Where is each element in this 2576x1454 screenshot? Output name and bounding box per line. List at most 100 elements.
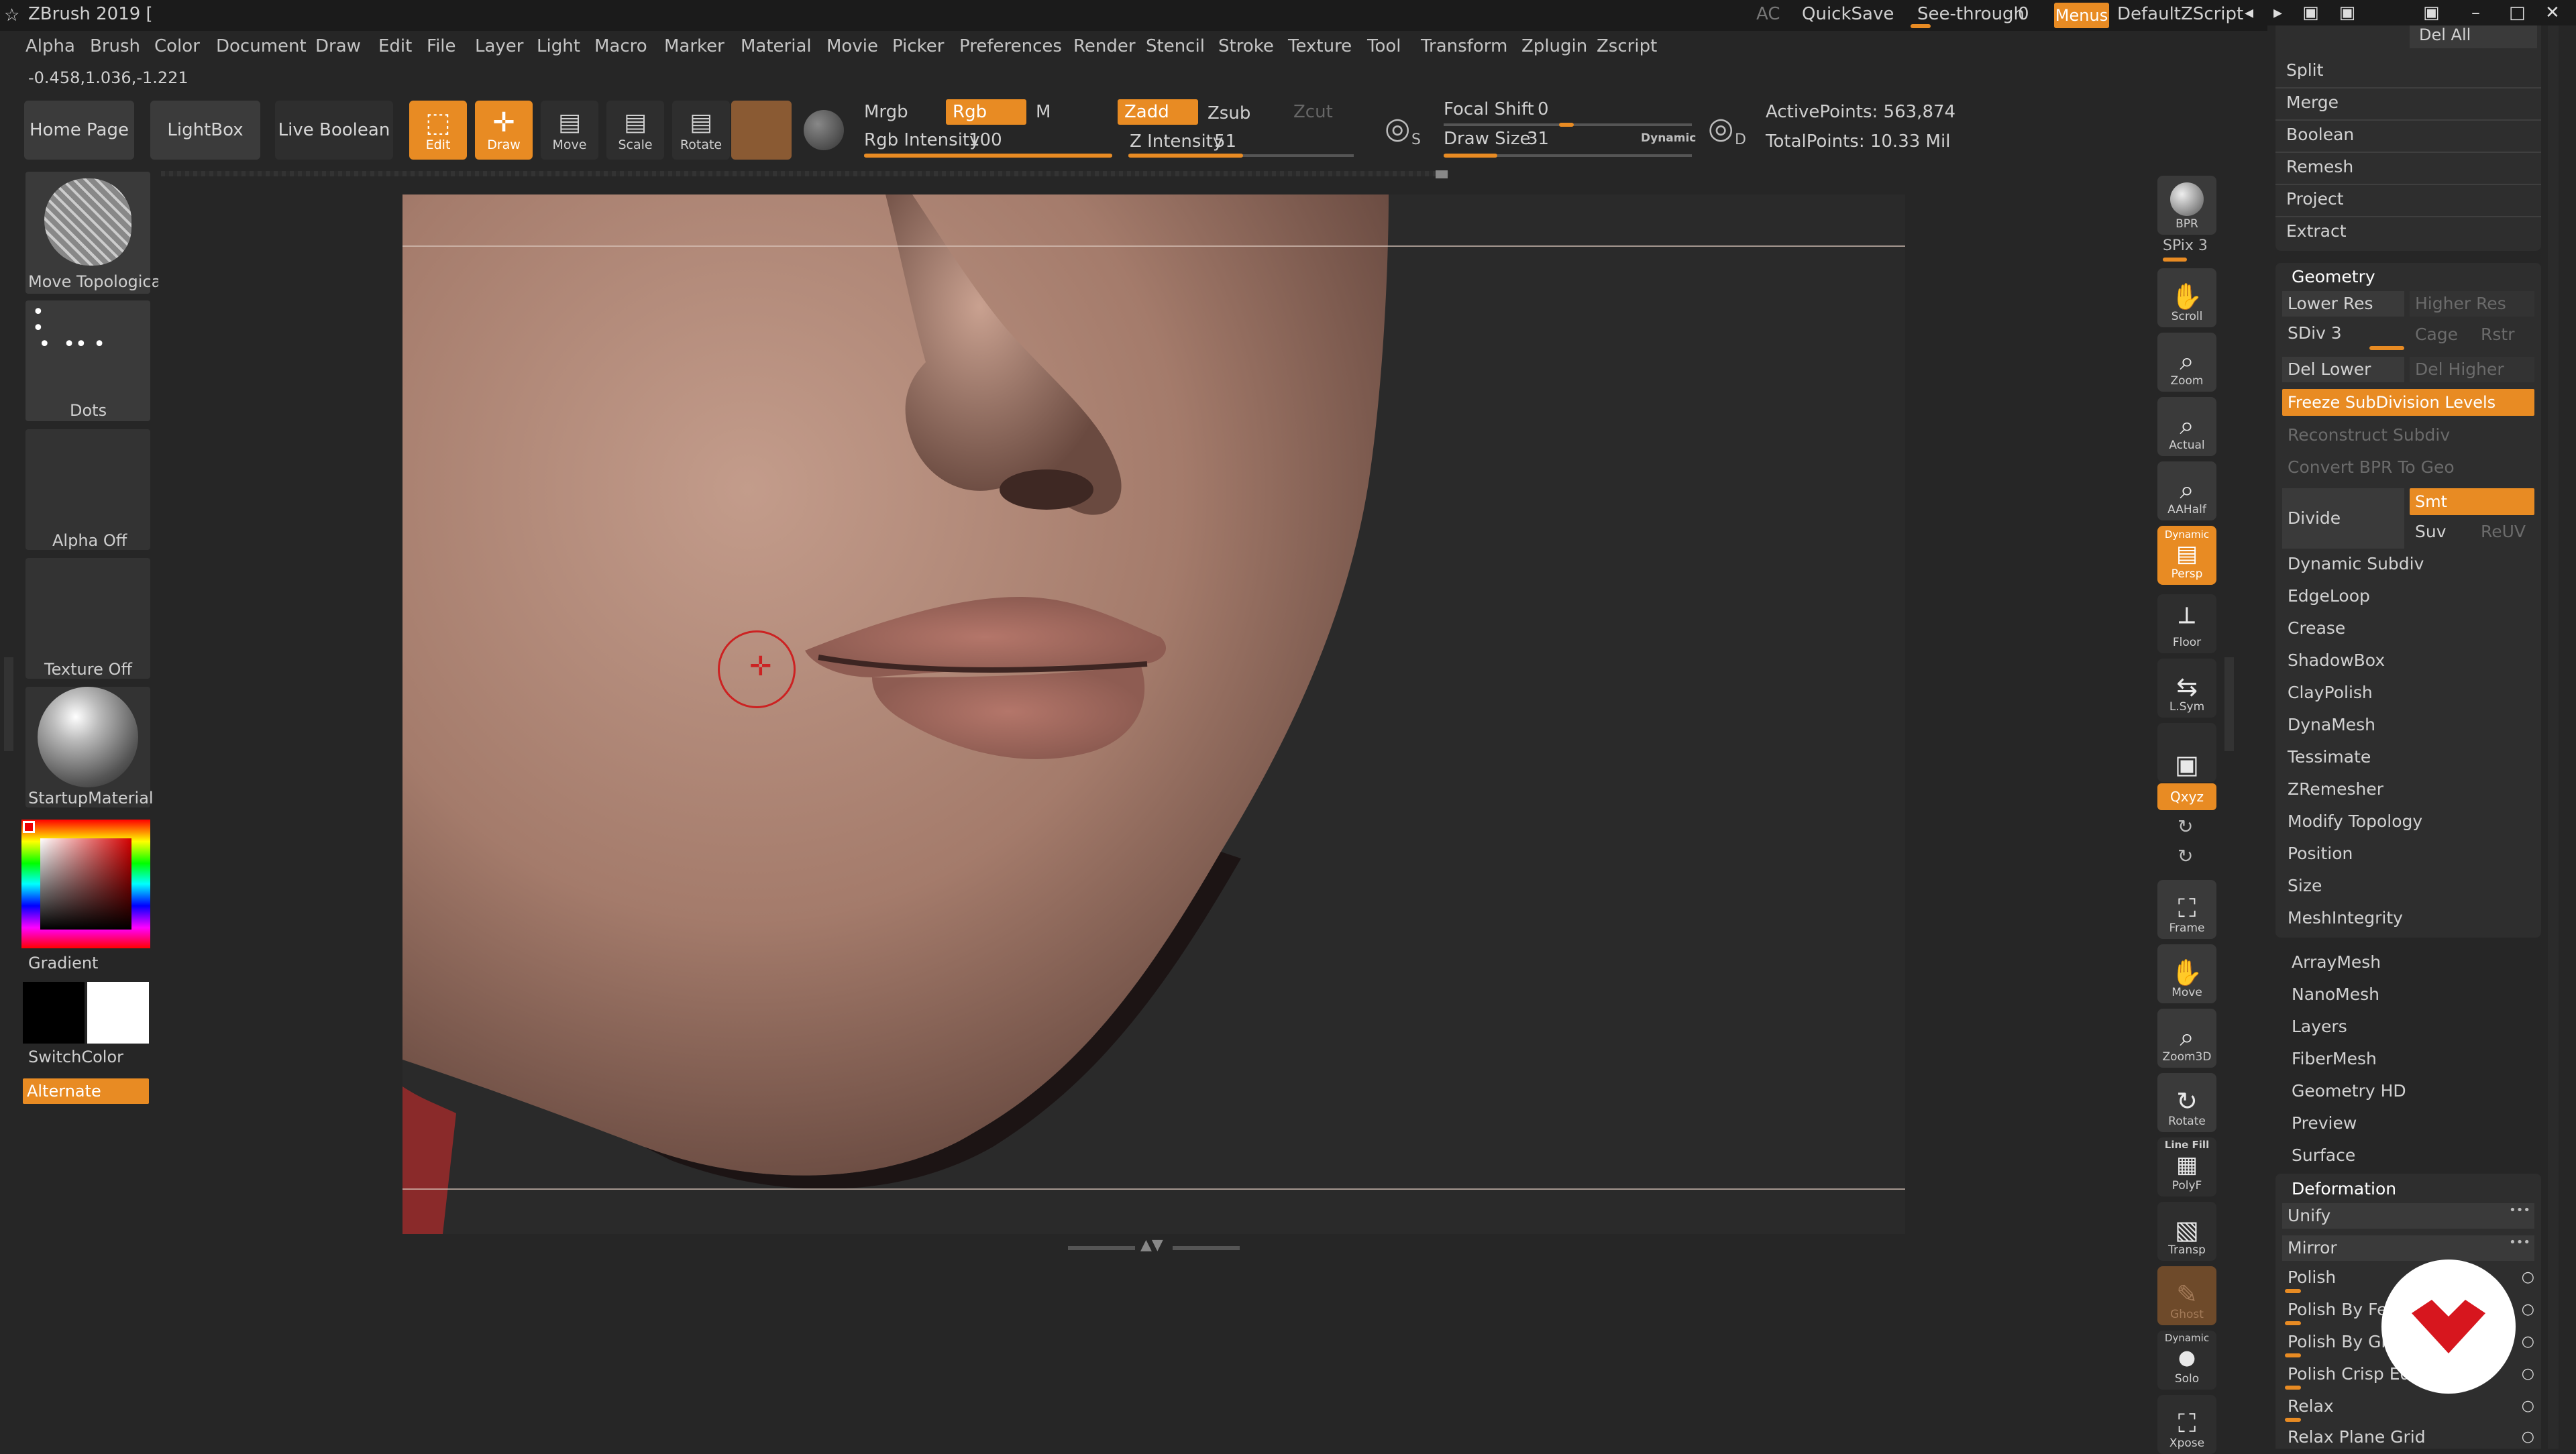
bottom-tray-handle[interactable]: ▲▼ <box>1068 1237 1240 1253</box>
menu-picker[interactable]: Picker <box>892 36 944 56</box>
actual-button[interactable]: ⌕ Actual <box>2157 397 2216 456</box>
boolean-button[interactable]: Boolean <box>2286 125 2354 144</box>
toolbar-scroll-handle[interactable] <box>1436 170 1448 178</box>
reuv-button[interactable]: ReUV <box>2481 522 2526 541</box>
relax-slider[interactable]: Relax ○ <box>2282 1395 2534 1422</box>
lightbox-button[interactable]: LightBox <box>150 101 260 160</box>
geometry-hd-section[interactable]: Geometry HD <box>2292 1081 2406 1101</box>
split-button[interactable]: Split <box>2286 60 2323 80</box>
home-page-button[interactable]: Home Page <box>24 101 134 160</box>
merge-button[interactable]: Merge <box>2286 93 2339 112</box>
scroll-button[interactable]: ✋ Scroll <box>2157 268 2216 327</box>
gradient-label[interactable]: Gradient <box>28 954 98 972</box>
menu-brush[interactable]: Brush <box>90 36 140 56</box>
material-slot[interactable]: StartupMaterial <box>25 687 154 807</box>
draw-size-slider[interactable]: Draw Size 31 Dynamic <box>1444 127 1696 162</box>
modify-topology-section[interactable]: Modify Topology <box>2288 812 2422 831</box>
rstr-button[interactable]: Rstr <box>2481 325 2514 344</box>
edit-button[interactable]: ⬚ Edit <box>409 101 467 160</box>
zsub-toggle[interactable]: Zsub <box>1208 103 1250 123</box>
bpr-button[interactable]: BPR <box>2157 176 2216 235</box>
dynamic-label[interactable]: Dynamic <box>1641 131 1696 145</box>
remesh-button[interactable]: Remesh <box>2286 157 2353 176</box>
zcut-toggle[interactable]: Zcut <box>1293 102 1333 122</box>
extract-button[interactable]: Extract <box>2286 221 2347 241</box>
color-picker[interactable] <box>21 820 150 948</box>
claypolish-section[interactable]: ClayPolish <box>2288 683 2373 702</box>
material-swatch[interactable] <box>731 101 792 160</box>
secondary-color-swatch[interactable] <box>23 982 85 1044</box>
position-section[interactable]: Position <box>2288 844 2353 863</box>
stroke-slot[interactable]: • • • •• • Dots <box>25 300 150 421</box>
close-icon[interactable]: ✕ <box>2545 3 2560 23</box>
lsym-button[interactable]: ⇆ L.Sym <box>2157 659 2216 718</box>
face-sculpt[interactable] <box>402 194 1905 1234</box>
live-boolean-button[interactable]: Live Boolean <box>275 101 393 160</box>
menu-preferences[interactable]: Preferences <box>959 36 1062 56</box>
viewport[interactable]: ✛ <box>158 180 2149 1235</box>
alpha-slot[interactable]: Alpha Off <box>25 429 150 550</box>
menu-macro[interactable]: Macro <box>594 36 647 56</box>
zoom3d-button[interactable]: ⌕ Zoom3D <box>2157 1009 2216 1068</box>
crease-section[interactable]: Crease <box>2288 618 2345 638</box>
zoom-button[interactable]: ⌕ Zoom <box>2157 333 2216 392</box>
texture-slot[interactable]: Texture Off <box>25 558 150 679</box>
preview-section[interactable]: Preview <box>2292 1113 2357 1133</box>
spix-slider[interactable] <box>2163 258 2187 262</box>
mirror-button[interactable]: Mirror ••• <box>2282 1235 2534 1261</box>
menu-zplugin[interactable]: Zplugin <box>1521 36 1587 56</box>
divide-button[interactable]: Divide <box>2282 488 2404 549</box>
arraymesh-section[interactable]: ArrayMesh <box>2292 952 2381 972</box>
switchcolor-button[interactable]: SwitchColor <box>28 1048 123 1066</box>
document-canvas[interactable]: ✛ <box>402 194 1905 1234</box>
zadd-toggle[interactable]: Zadd <box>1118 99 1198 125</box>
menus-toggle[interactable]: Menus <box>2054 3 2109 28</box>
z-intensity-slider[interactable]: Z Intensity 51 <box>1128 130 1356 164</box>
reconstruct-subdiv-button[interactable]: Reconstruct Subdiv <box>2288 425 2450 445</box>
menu-light[interactable]: Light <box>537 36 580 56</box>
menu-file[interactable]: File <box>427 36 456 56</box>
relax-plane-dot-icon[interactable]: ○ <box>2522 1429 2534 1445</box>
menu-stroke[interactable]: Stroke <box>1218 36 1274 56</box>
persp-button[interactable]: Dynamic ▤ Persp <box>2157 526 2216 585</box>
lock-button[interactable]: ▣ <box>2157 723 2216 782</box>
palette-scrollbar[interactable] <box>2548 25 2559 1449</box>
polish-features-dot-icon[interactable]: ○ <box>2522 1301 2534 1318</box>
transp-button[interactable]: ▧ Transp <box>2157 1202 2216 1261</box>
cage-button[interactable]: Cage <box>2415 325 2458 344</box>
menu-layer[interactable]: Layer <box>475 36 524 56</box>
rotate-z-icon[interactable]: ↻ <box>2178 845 2193 867</box>
menu-edit[interactable]: Edit <box>378 36 412 56</box>
primary-color-swatch[interactable] <box>87 982 149 1044</box>
edgeloop-section[interactable]: EdgeLoop <box>2288 586 2370 606</box>
default-script-label[interactable]: DefaultZScript <box>2117 4 2243 24</box>
move-button[interactable]: ▤ Move <box>541 101 598 160</box>
menu-material[interactable]: Material <box>741 36 812 56</box>
freeze-subdivision-button[interactable]: Freeze SubDivision Levels <box>2282 389 2534 416</box>
ghost-button[interactable]: ✎ Ghost <box>2157 1266 2216 1325</box>
menu-color[interactable]: Color <box>154 36 200 56</box>
dynamesh-section[interactable]: DynaMesh <box>2288 715 2375 734</box>
draw-button[interactable]: ✛ Draw <box>475 101 533 160</box>
minimize-icon[interactable]: – <box>2471 3 2480 23</box>
del-all-button[interactable]: Del All <box>2410 25 2537 48</box>
menu-document[interactable]: Document <box>216 36 307 56</box>
fibermesh-section[interactable]: FiberMesh <box>2292 1049 2377 1068</box>
suv-toggle[interactable]: Suv <box>2415 522 2447 541</box>
size-section[interactable]: Size <box>2288 876 2322 895</box>
frame-button[interactable]: ⛶ Frame <box>2157 880 2216 939</box>
del-higher-button[interactable]: Del Higher <box>2410 357 2534 382</box>
smt-toggle[interactable]: Smt <box>2410 488 2534 515</box>
brush-slot[interactable]: Move Topologica <box>25 172 161 294</box>
scale-button[interactable]: ▤ Scale <box>606 101 664 160</box>
see-through-slider[interactable]: See-through 0 <box>1911 3 2031 28</box>
sdiv-slider[interactable]: SDiv 3 <box>2282 323 2404 350</box>
solo-button[interactable]: Dynamic ● Solo <box>2157 1331 2216 1390</box>
relax-dot-icon[interactable]: ○ <box>2522 1398 2534 1414</box>
dynamic-subdiv-section[interactable]: Dynamic Subdiv <box>2288 554 2424 573</box>
d-button[interactable]: ◎ D <box>1708 111 1751 152</box>
material-sphere-icon[interactable] <box>804 110 844 150</box>
nanomesh-section[interactable]: NanoMesh <box>2292 985 2379 1004</box>
lock-icon[interactable]: ▣ <box>2423 3 2440 23</box>
left-tray-handle[interactable] <box>4 657 13 751</box>
